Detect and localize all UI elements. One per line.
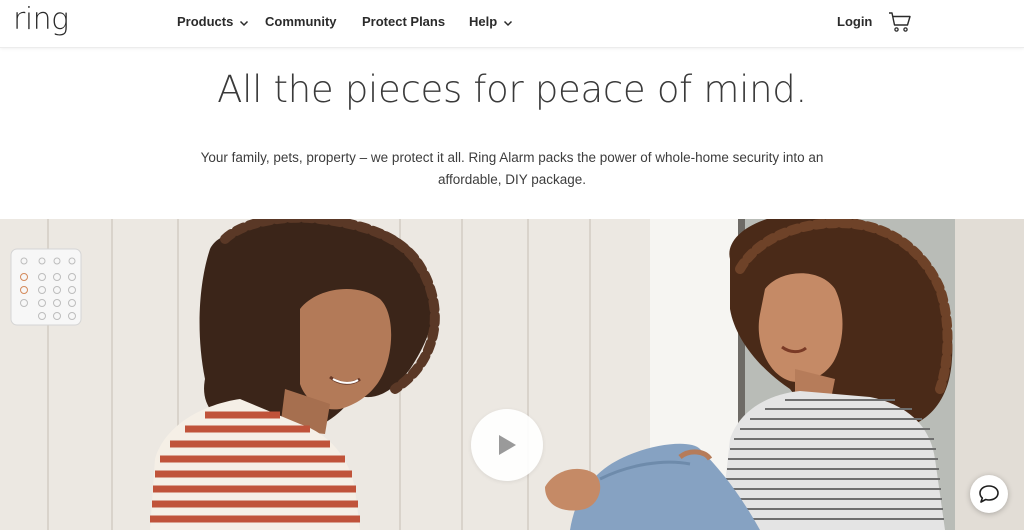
play-video-button[interactable] — [471, 409, 543, 481]
nav-community[interactable]: Community — [265, 14, 337, 29]
nav-community-label: Community — [265, 14, 337, 29]
hero-video[interactable] — [0, 219, 1024, 530]
nav-protect-plans-label: Protect Plans — [362, 14, 446, 29]
chevron-down-icon — [240, 20, 249, 26]
cart-icon[interactable] — [888, 11, 912, 33]
ring-logo[interactable]: ring — [13, 2, 69, 38]
chat-button[interactable] — [970, 475, 1008, 513]
chevron-down-icon — [504, 20, 513, 26]
chat-bubble-icon — [979, 485, 999, 503]
hero-headline: All the pieces for peace of mind. — [217, 68, 807, 111]
alarm-keypad-image — [10, 248, 82, 326]
login-link[interactable]: Login — [837, 14, 872, 29]
nav-protect-plans[interactable]: Protect Plans — [362, 14, 445, 29]
play-icon — [499, 435, 516, 455]
hero-subtext: Your family, pets, property – we protect… — [200, 150, 824, 187]
site-header: ring Products Community Protect Plans He… — [0, 0, 1024, 48]
nav-products[interactable]: Products — [177, 14, 249, 29]
nav-help[interactable]: Help — [469, 14, 513, 29]
hero-photo — [0, 219, 1024, 530]
nav-help-label: Help — [469, 14, 498, 29]
nav-products-label: Products — [177, 14, 234, 29]
